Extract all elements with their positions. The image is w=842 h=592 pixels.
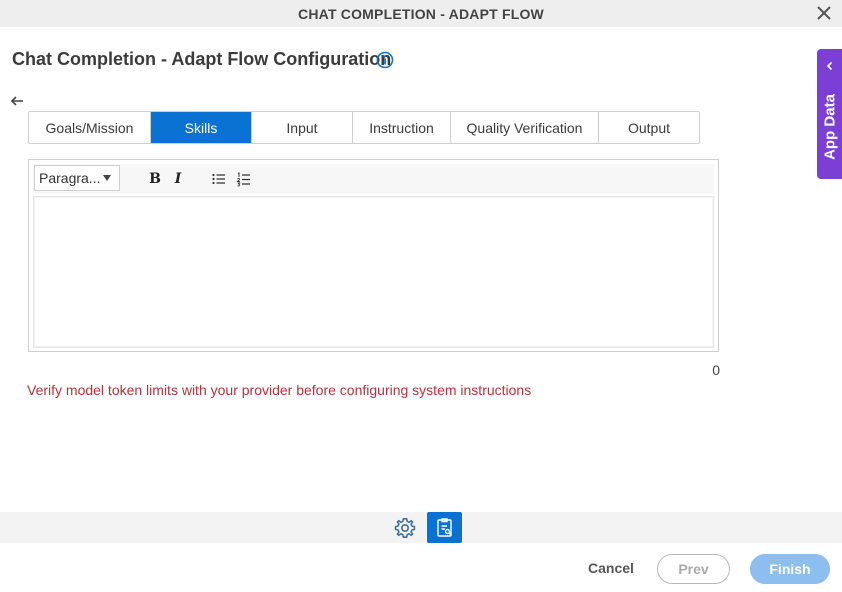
app-data-label: App Data xyxy=(821,94,838,160)
bold-button[interactable]: B xyxy=(146,170,164,188)
numbered-list-button[interactable] xyxy=(235,170,253,188)
document-icon xyxy=(436,517,452,537)
dropdown-caret-icon xyxy=(103,175,111,181)
bulleted-list-icon xyxy=(212,173,225,185)
chevron-left-icon xyxy=(826,61,833,71)
back-arrow-icon[interactable] xyxy=(9,93,25,109)
editor-content-area[interactable] xyxy=(33,196,714,348)
tab-instruction[interactable]: Instruction xyxy=(353,112,451,143)
tab-skills[interactable]: Skills xyxy=(151,112,252,143)
bottom-toolbar xyxy=(0,512,842,543)
close-icon[interactable] xyxy=(815,4,833,22)
tab-input[interactable]: Input xyxy=(252,112,353,143)
editor-toolbar: Paragra... B I xyxy=(33,164,714,194)
document-button[interactable] xyxy=(427,512,462,543)
rich-text-editor: Paragra... B I xyxy=(28,159,719,352)
tab-output[interactable]: Output xyxy=(599,112,699,143)
app-data-panel-tab[interactable]: App Data xyxy=(817,49,842,179)
info-icon[interactable] xyxy=(376,51,394,69)
paragraph-format-value: Paragra... xyxy=(39,170,101,186)
numbered-list-icon xyxy=(236,172,250,187)
character-count: 0 xyxy=(712,362,720,378)
bulleted-list-button[interactable] xyxy=(210,170,228,188)
warning-message: Verify model token limits with your prov… xyxy=(27,382,532,398)
italic-button[interactable]: I xyxy=(169,170,187,188)
tab-bar: Goals/Mission Skills Input Instruction Q… xyxy=(28,111,700,144)
tab-quality-verification[interactable]: Quality Verification xyxy=(451,112,599,143)
gear-icon[interactable] xyxy=(393,516,417,540)
paragraph-format-select[interactable]: Paragra... xyxy=(34,165,120,191)
editor-content[interactable] xyxy=(35,198,712,346)
prev-button[interactable]: Prev xyxy=(657,554,730,584)
finish-button[interactable]: Finish xyxy=(750,554,830,584)
page-title: Chat Completion - Adapt Flow Configurati… xyxy=(12,49,392,69)
title-bar: CHAT COMPLETION - ADAPT FLOW xyxy=(0,0,842,27)
cancel-button[interactable]: Cancel xyxy=(588,560,634,576)
tab-goals-mission[interactable]: Goals/Mission xyxy=(29,112,151,143)
window-title: CHAT COMPLETION - ADAPT FLOW xyxy=(298,6,544,22)
